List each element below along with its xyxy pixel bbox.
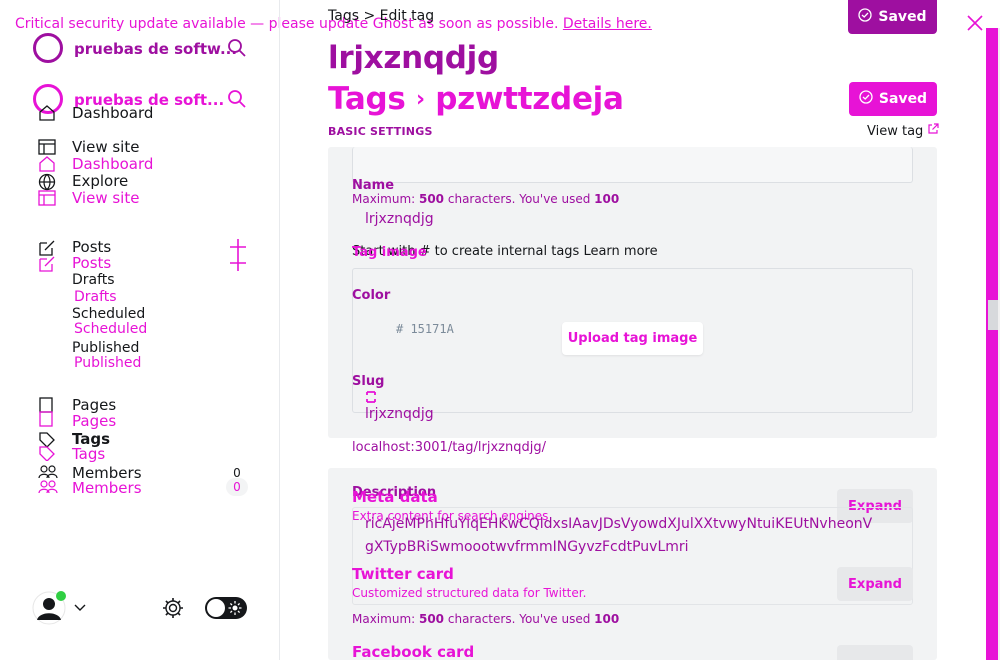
meta-data-title[interactable]: Meta data [352, 488, 438, 506]
window-icon [38, 190, 56, 206]
slug-input[interactable]: lrjxznqdjg [365, 406, 434, 422]
home-icon [38, 105, 56, 121]
sidebar-item-view-site-overlay[interactable]: View site [72, 189, 139, 207]
check-circle-icon [859, 90, 873, 108]
sidebar-item-scheduled-overlay[interactable]: Scheduled [74, 321, 147, 337]
sidebar-item-pages-overlay[interactable]: Pages [72, 412, 116, 430]
expand-facebook-button[interactable] [837, 645, 913, 660]
sidebar-divider [279, 0, 280, 660]
sidebar-item-published[interactable]: Published [72, 340, 139, 356]
description-line-2: gXTypBRiSwmoootwvfrmmINGyvzFcdtPuvLmri [365, 539, 689, 555]
edit-icon [38, 255, 56, 273]
sidebar-item-published-overlay[interactable]: Published [74, 355, 141, 371]
slug-url: localhost:3001/tag/lrjxznqdjg/ [352, 440, 546, 455]
sidebar-item-scheduled[interactable]: Scheduled [72, 306, 145, 322]
desc-hint-used: 100 [594, 612, 620, 626]
saved-label: Saved [878, 9, 927, 25]
members-icon [38, 465, 58, 495]
breadcrumb-child: pzwttzdeja [435, 81, 624, 117]
search-icon[interactable] [227, 89, 247, 109]
view-tag-link[interactable]: View tag [867, 123, 940, 139]
sidebar-item-view-site[interactable]: View site [72, 138, 139, 156]
name-hint-mid: characters. You've used [444, 192, 595, 206]
twitter-card-description: Customized structured data for Twitter. [352, 586, 587, 600]
external-link-icon [927, 123, 940, 139]
close-icon[interactable] [964, 12, 986, 34]
tag-image-label: Tag image [352, 245, 427, 260]
saved-button-overlay[interactable]: Saved [849, 82, 937, 116]
banner-text: Critical security update available — ple… [15, 16, 559, 32]
home-icon [38, 156, 56, 172]
site-logo[interactable] [33, 33, 63, 63]
tag-icon [38, 431, 56, 461]
sidebar-item-tags-overlay[interactable]: Tags [72, 445, 105, 463]
view-tag-label: View tag [867, 124, 924, 139]
toggle-knob [207, 599, 225, 617]
chevron-down-icon[interactable] [73, 603, 87, 613]
saved-label: Saved [878, 91, 928, 107]
user-avatar-icon[interactable] [32, 591, 66, 625]
twitter-card-title[interactable]: Twitter card [352, 565, 454, 583]
banner-details-link[interactable]: Details here. [563, 16, 652, 32]
textarea-fragment[interactable] [352, 147, 913, 183]
plus-icon[interactable] [229, 254, 247, 272]
gear-icon[interactable] [162, 597, 184, 619]
sidebar-item-explore[interactable]: Explore [72, 172, 128, 190]
name-hint-used: 100 [594, 192, 620, 206]
breadcrumb-parent[interactable]: Tags [328, 81, 406, 117]
desc-hint-max: 500 [418, 612, 445, 626]
breadcrumb[interactable]: Tags > Edit tag [328, 8, 434, 24]
scrollbar-thumb[interactable] [988, 300, 998, 330]
page-title: lrjxznqdjg [328, 40, 499, 76]
description-line-1: ricAjeMPhHfuYiqEHKwCQldxsIAavJDsVyowdXJu… [365, 516, 873, 532]
search-icon[interactable] [227, 38, 247, 58]
site-name: pruebas de softw... [74, 40, 238, 58]
check-circle-icon [858, 8, 873, 26]
color-label: Color [352, 288, 391, 303]
sidebar-item-posts-overlay[interactable]: Posts [72, 254, 111, 272]
sidebar-item-dashboard[interactable]: Dashboard [72, 104, 153, 122]
saved-button[interactable]: Saved [848, 0, 937, 34]
facebook-card-title[interactable]: Facebook card [352, 643, 474, 660]
basic-settings-heading: BASIC SETTINGS [328, 125, 433, 138]
color-input[interactable]: # 15171A [396, 322, 454, 336]
upload-tag-image-button[interactable]: Upload tag image [562, 322, 703, 355]
slug-label: Slug [352, 374, 385, 389]
window-icon [38, 139, 56, 155]
sidebar-item-dashboard-overlay[interactable]: Dashboard [72, 155, 153, 173]
name-hint: Maximum: 500 characters. You've used 100 [352, 192, 619, 206]
sidebar-item-members-overlay[interactable]: Members [72, 479, 142, 497]
globe-icon [38, 173, 56, 191]
name-hint-max: 500 [418, 192, 445, 206]
name-label: Name [352, 178, 395, 193]
expand-twitter-button[interactable]: Expand [837, 567, 913, 601]
breadcrumb-separator-icon: › [416, 87, 425, 112]
sun-icon [228, 600, 242, 616]
sidebar-item-drafts-overlay[interactable]: Drafts [74, 289, 117, 305]
name-input[interactable]: lrjxznqdjg [365, 211, 434, 227]
desc-hint-mid: characters. You've used [444, 612, 595, 626]
description-hint: Maximum: 500 characters. You've used 100 [352, 612, 619, 626]
pages-icon [38, 397, 56, 427]
members-count-badge-overlay: 0 [226, 478, 248, 496]
sidebar-item-drafts[interactable]: Drafts [72, 272, 115, 288]
breadcrumb-overlay: Tags › pzwttzdeja [328, 81, 624, 117]
name-hint-prefix: Maximum: [352, 192, 419, 206]
text-cursor-icon [365, 390, 377, 404]
desc-hint-prefix: Maximum: [352, 612, 419, 626]
